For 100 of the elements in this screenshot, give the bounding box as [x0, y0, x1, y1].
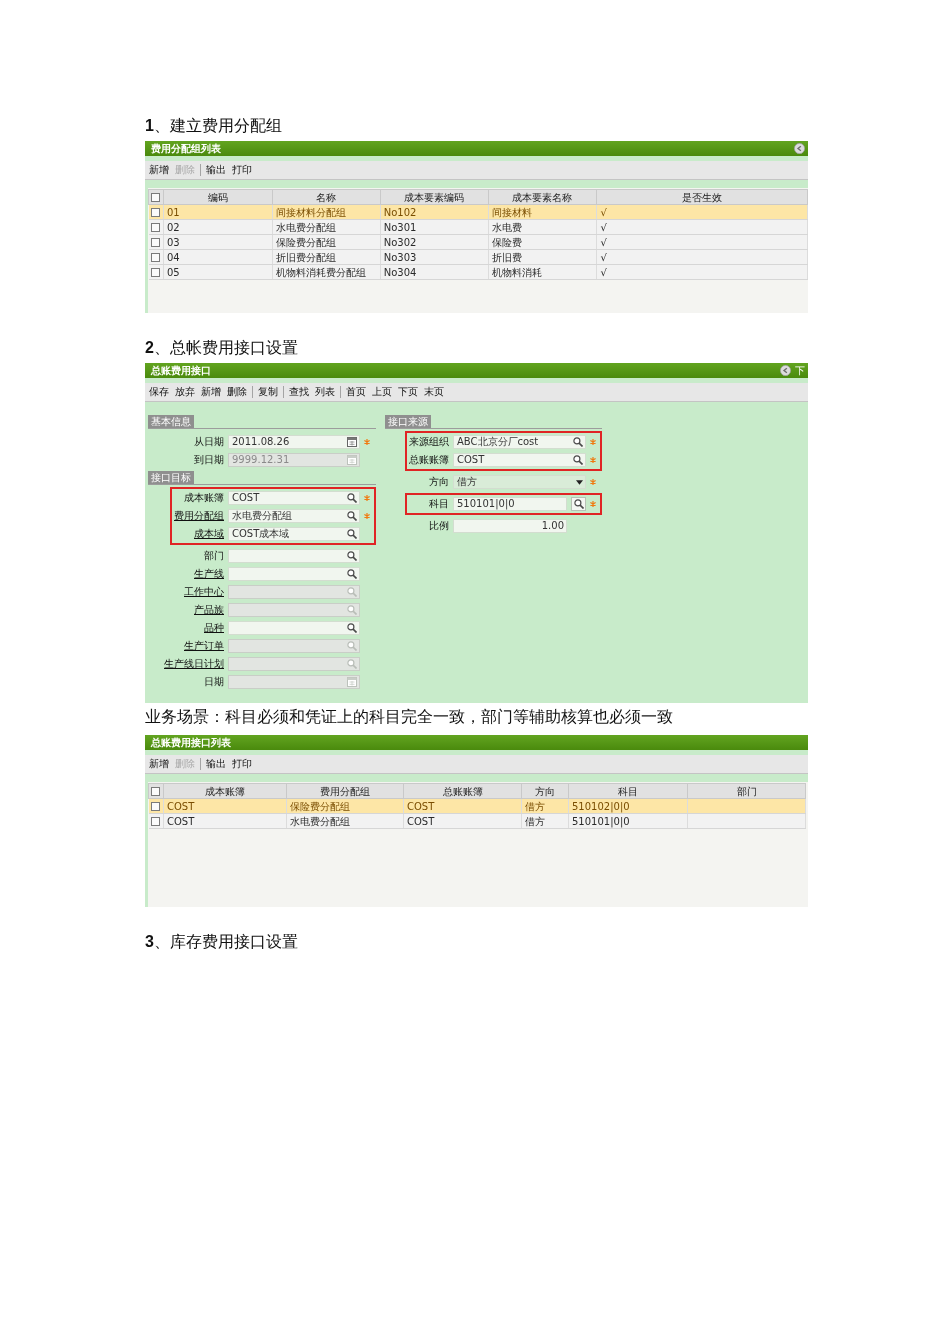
- table-cell: No102: [383, 206, 417, 218]
- toolbar-button[interactable]: 下页: [395, 386, 421, 398]
- column-header: 部门: [736, 785, 757, 797]
- number-field[interactable]: 1.00: [453, 519, 567, 533]
- search-icon[interactable]: [347, 569, 357, 579]
- column-header: 方向: [535, 785, 555, 797]
- column-header: 成本要素编码: [404, 191, 465, 203]
- toolbar-button[interactable]: 新增: [146, 758, 172, 770]
- corner-label[interactable]: 下: [795, 364, 805, 377]
- toolbar-button[interactable]: 首页: [343, 386, 369, 398]
- table-cell: COST: [407, 800, 435, 812]
- calendar-icon[interactable]: [347, 437, 357, 447]
- circle-arrow-icon[interactable]: [780, 365, 791, 376]
- text-field[interactable]: COST成本域: [228, 527, 360, 541]
- table-cell: 510102|0|0: [572, 800, 630, 812]
- toolbar-button[interactable]: 保存: [146, 386, 172, 398]
- table-cell: No301: [383, 221, 417, 233]
- paragraph: 业务场景：科目必须和凭证上的科目完全一致，部门等辅助核算也必须一致: [145, 707, 674, 727]
- toolbar-button[interactable]: 输出: [203, 758, 229, 770]
- caret-icon[interactable]: [576, 479, 583, 485]
- text-field[interactable]: [228, 567, 360, 581]
- search-icon[interactable]: [347, 529, 357, 539]
- table-cell: 保险费: [491, 236, 522, 248]
- field-label: 到日期: [194, 454, 224, 466]
- text-field[interactable]: COST: [228, 491, 360, 505]
- text-field[interactable]: [228, 549, 360, 563]
- toolbar-button[interactable]: 上页: [369, 386, 395, 398]
- table-cell: 03: [167, 236, 180, 248]
- search-icon[interactable]: [573, 437, 583, 447]
- toolbar-button[interactable]: 新增: [198, 386, 224, 398]
- checkbox[interactable]: [150, 237, 160, 247]
- panel-title: 费用分配组列表: [151, 142, 221, 155]
- checkbox[interactable]: [150, 252, 160, 262]
- table-cell: No304: [383, 266, 417, 278]
- column-header: 费用分配组: [320, 785, 370, 797]
- column-header: 总账账簿: [442, 785, 483, 797]
- table-cell: √: [600, 221, 607, 233]
- checkbox[interactable]: [150, 267, 160, 277]
- table-cell: 机物料消耗: [491, 266, 542, 278]
- text-field[interactable]: [228, 621, 360, 635]
- field-label: 来源组织: [409, 436, 449, 448]
- text-field[interactable]: 水电费分配组: [228, 509, 360, 523]
- dropdown-field[interactable]: 借方: [453, 475, 586, 489]
- column-header: 名称: [316, 191, 337, 203]
- field-link[interactable]: 成本域: [194, 528, 224, 540]
- toolbar-button[interactable]: 复制: [255, 386, 281, 398]
- toolbar-button[interactable]: 新增: [146, 164, 172, 176]
- text-field[interactable]: 510101|0|0: [453, 497, 567, 511]
- search-icon[interactable]: [347, 623, 357, 633]
- table-cell: COST: [167, 815, 195, 827]
- toolbar-button[interactable]: 查找: [286, 386, 312, 398]
- field-label: 总账账簿: [409, 454, 449, 466]
- search-icon[interactable]: [347, 511, 357, 521]
- checkbox[interactable]: [150, 801, 160, 811]
- field-link[interactable]: 生产线: [194, 568, 224, 580]
- section-tag: 基本信息: [148, 415, 194, 428]
- table-cell: 01: [167, 206, 180, 218]
- table-cell: No303: [383, 251, 417, 263]
- checkbox[interactable]: [150, 222, 160, 232]
- field-label: 成本账簿: [184, 492, 224, 504]
- field-label: 部门: [204, 550, 224, 562]
- search-icon[interactable]: [573, 455, 583, 465]
- column-header: 成本要素名称: [512, 191, 573, 203]
- table-cell: 05: [167, 266, 180, 278]
- checkbox[interactable]: [151, 192, 160, 202]
- search-icon[interactable]: [347, 493, 357, 503]
- table-cell: 机物料消耗费分配组: [275, 266, 366, 278]
- table-cell: √: [600, 236, 607, 248]
- checkbox[interactable]: [150, 207, 160, 217]
- table-cell: 保险费分配组: [275, 236, 336, 248]
- field-label: 科目: [429, 498, 449, 510]
- table-cell: 间接材料分配组: [275, 206, 346, 218]
- section-tag: 接口来源: [385, 415, 431, 428]
- field-label: 日期: [204, 676, 224, 688]
- table-cell: 间接材料: [491, 206, 532, 218]
- toolbar-button[interactable]: 末页: [421, 386, 447, 398]
- table-cell: 04: [167, 251, 180, 263]
- toolbar-button[interactable]: 删除: [224, 386, 250, 398]
- text-field[interactable]: ABC北京分厂cost: [453, 435, 586, 449]
- field-link[interactable]: 品种: [204, 622, 224, 634]
- checkbox[interactable]: [151, 786, 160, 796]
- toolbar-button[interactable]: 放弃: [172, 386, 198, 398]
- circle-arrow-icon[interactable]: [794, 143, 805, 154]
- section-tag: 接口目标: [148, 471, 194, 484]
- table-cell: No302: [383, 236, 417, 248]
- date-field[interactable]: 2011.08.26: [228, 435, 360, 449]
- column-header: 成本账簿: [205, 785, 245, 797]
- toolbar-button[interactable]: 列表: [312, 386, 338, 398]
- checkbox[interactable]: [150, 816, 160, 826]
- table-cell: 借方: [525, 800, 545, 812]
- field-label: 方向: [429, 476, 449, 488]
- search-icon[interactable]: [347, 551, 357, 561]
- toolbar-button[interactable]: 打印: [229, 758, 255, 770]
- column-header: 科目: [618, 785, 638, 797]
- field-link[interactable]: 费用分配组: [174, 510, 224, 522]
- section-heading: 3、库存费用接口设置: [145, 932, 299, 952]
- table-cell: 折旧费: [491, 251, 522, 263]
- text-field[interactable]: COST: [453, 453, 586, 467]
- toolbar-button[interactable]: 输出: [203, 164, 229, 176]
- toolbar-button[interactable]: 打印: [229, 164, 255, 176]
